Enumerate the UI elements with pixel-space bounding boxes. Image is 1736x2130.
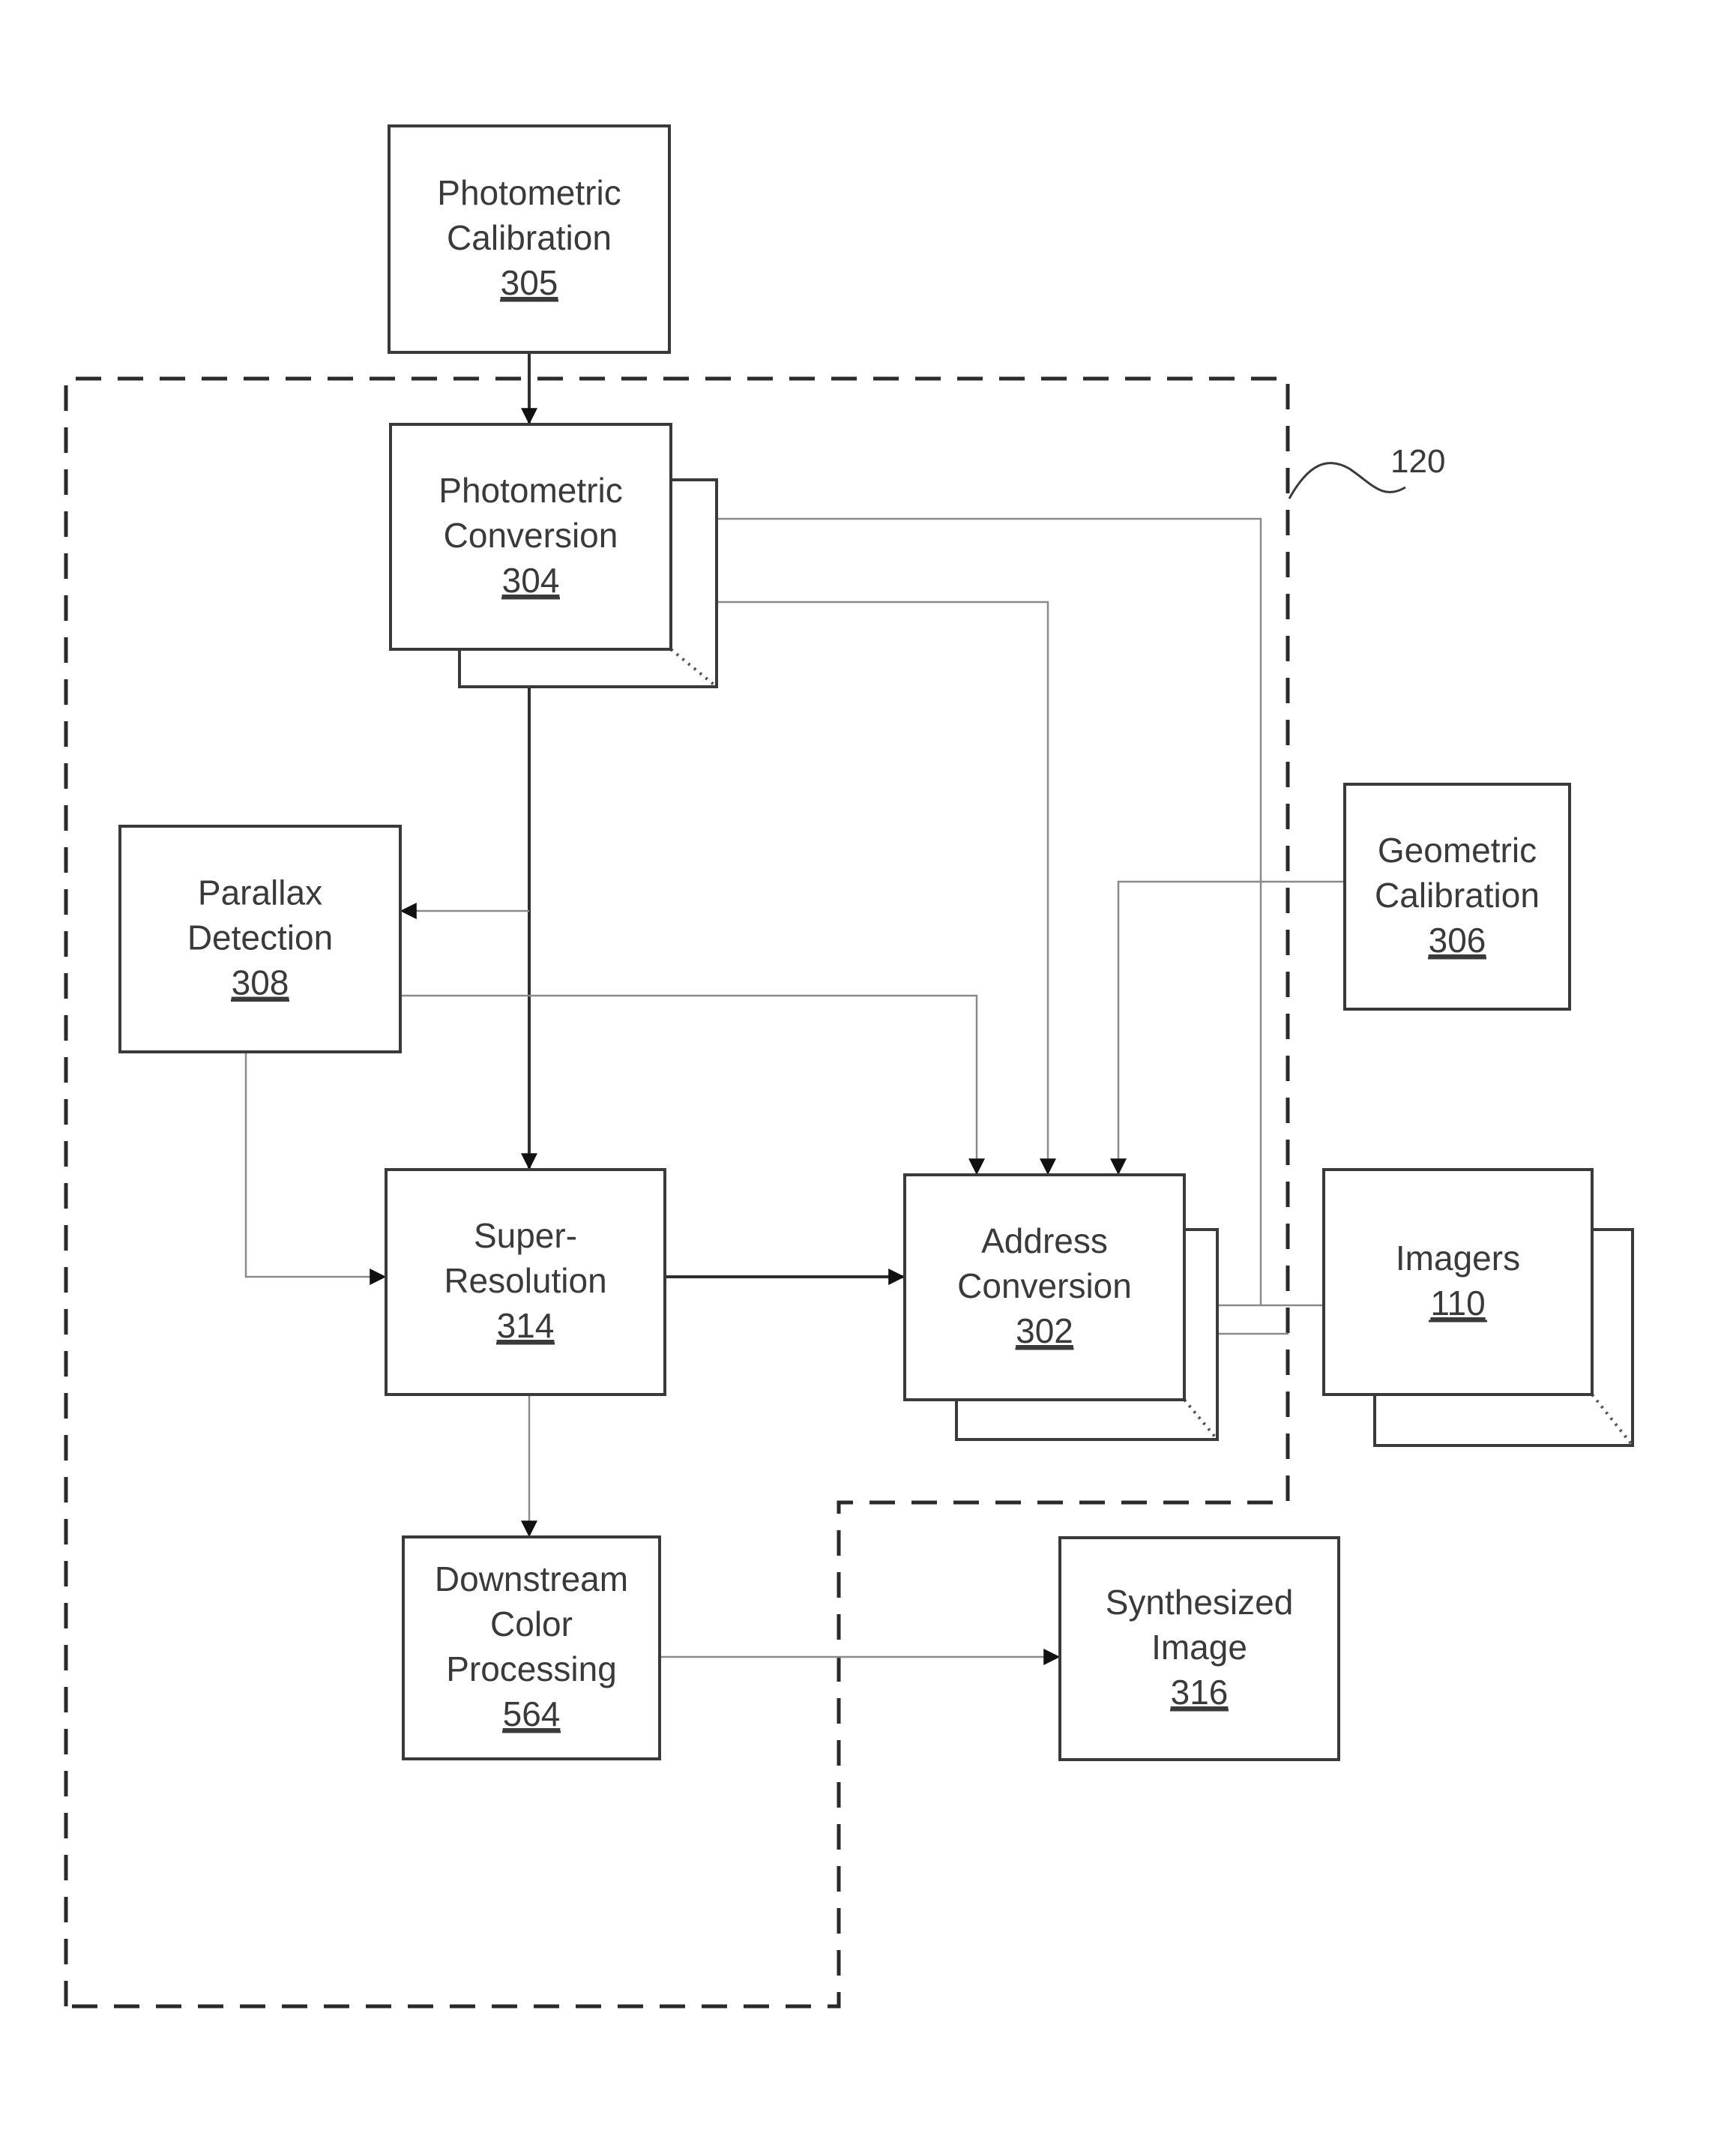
block-reference-number: 306 bbox=[1429, 921, 1486, 960]
block-label-line: Geometric bbox=[1378, 831, 1537, 870]
block-label-line: Parallax bbox=[198, 873, 322, 912]
block-downstream-color-processing: Downstream Color Processing 564 bbox=[402, 1535, 661, 1760]
block-reference-number: 308 bbox=[232, 963, 289, 1002]
block-reference-number: 314 bbox=[497, 1306, 555, 1345]
callout-label-120: 120 bbox=[1390, 443, 1445, 480]
block-label-line: Imagers bbox=[1396, 1239, 1520, 1278]
connector-parallax-detection-to-address-conversion bbox=[400, 994, 985, 1176]
block-imagers: Imagers 110 bbox=[1322, 1168, 1634, 1447]
block-photometric-conversion: Photometric Conversion 304 bbox=[389, 423, 718, 688]
block-label-line: Calibration bbox=[1375, 876, 1540, 915]
block-label-line: Downstream bbox=[435, 1559, 628, 1598]
block-reference-number: 304 bbox=[502, 561, 560, 600]
connector-photometric-conversion-to-address-conversion bbox=[671, 601, 1056, 1176]
block-label-line: Calibration bbox=[447, 218, 612, 257]
block-label-line: Resolution bbox=[444, 1261, 606, 1300]
block-label-line: Conversion bbox=[957, 1266, 1132, 1305]
block-geometric-calibration: Geometric Calibration 306 bbox=[1343, 783, 1571, 1011]
block-label-line: Conversion bbox=[444, 516, 618, 555]
block-reference-number: 302 bbox=[1016, 1311, 1073, 1350]
block-label-line: Super- bbox=[474, 1216, 577, 1255]
block-label-line: Detection bbox=[187, 918, 333, 957]
block-label-line: Photometric bbox=[438, 471, 622, 510]
block-synthesized-image: Synthesized Image 316 bbox=[1058, 1536, 1340, 1761]
connector-parallax-detection-to-super-resolution bbox=[244, 1052, 387, 1285]
block-parallax-detection: Parallax Detection 308 bbox=[118, 825, 402, 1053]
block-reference-number: 316 bbox=[1171, 1673, 1229, 1712]
block-label-line: Image bbox=[1151, 1628, 1247, 1667]
block-reference-number: 305 bbox=[501, 263, 558, 302]
block-photometric-calibration: Photometric Calibration 305 bbox=[388, 124, 671, 354]
block-label-line: Address bbox=[981, 1221, 1108, 1260]
block-label-line: Photometric bbox=[437, 173, 621, 212]
callout-leader bbox=[1288, 462, 1406, 499]
block-reference-number: 110 bbox=[1430, 1284, 1485, 1323]
block-label-line: Processing bbox=[446, 1649, 617, 1688]
block-super-resolution: Super- Resolution 314 bbox=[385, 1168, 666, 1396]
connector-geometric-calibration-to-address-conversion bbox=[1110, 880, 1345, 1176]
blocks-layer: Photometric Calibration 305 Photometric Conv… bbox=[118, 124, 1634, 1761]
block-label-line: Synthesized bbox=[1106, 1583, 1294, 1622]
block-label-line: Color bbox=[490, 1604, 573, 1643]
block-diagram: 120 PhotometricCalibration305Photometric… bbox=[64, 124, 1634, 2009]
block-address-conversion: Address Conversion 302 bbox=[903, 1173, 1219, 1441]
block-reference-number: 564 bbox=[503, 1694, 561, 1733]
block-frame bbox=[1322, 1168, 1594, 1396]
